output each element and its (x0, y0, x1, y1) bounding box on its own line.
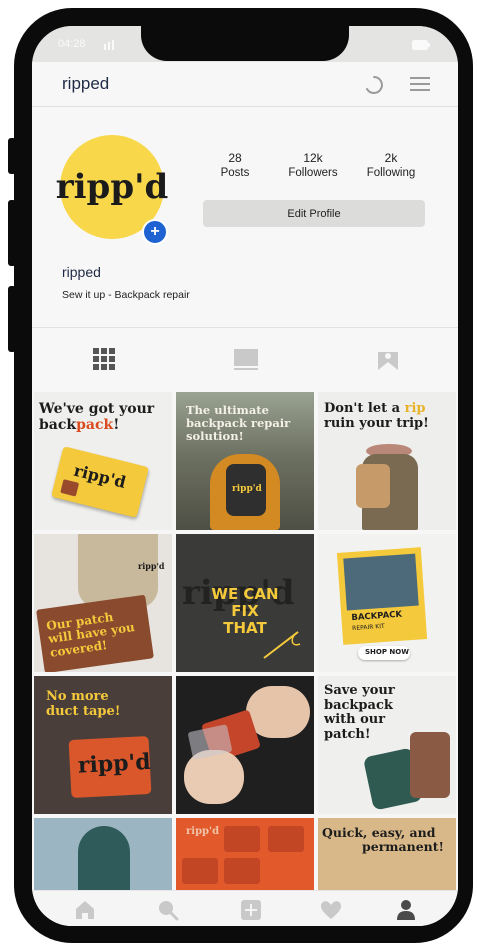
feed-icon[interactable] (232, 346, 260, 372)
grid-icon[interactable] (90, 346, 118, 372)
profile-tabs (32, 327, 458, 391)
post-4-logo: ripp'd (138, 561, 165, 571)
signal-icon (104, 40, 114, 50)
bottom-nav (32, 890, 458, 926)
post-3-line-2: rip (404, 401, 426, 416)
post-1-line-4: ! (113, 416, 120, 433)
post-11-logo: ripp'd (186, 826, 220, 837)
app-screen: 04:28 ripped ripp'd + 28 Posts 12k Follo… (32, 26, 458, 926)
stat-posts-label: Posts (220, 167, 250, 179)
post-7-logo: ripp'd (77, 748, 152, 779)
post-12-line-1: Quick, easy, and (322, 825, 436, 840)
status-time: 04:28 (58, 38, 86, 50)
stat-posts[interactable]: 28 Posts (200, 151, 270, 179)
search-icon[interactable] (157, 899, 179, 921)
side-button-volume-down (8, 286, 16, 352)
profile-icon[interactable] (395, 899, 417, 921)
patch-image (410, 732, 450, 798)
side-button-volume-up (8, 200, 16, 266)
post-tile[interactable]: ripp'd (176, 818, 314, 890)
backpack-image (356, 464, 390, 508)
stat-following-label: Following (366, 167, 416, 179)
needle-icon (263, 631, 301, 659)
post-1-line-1: We've got your (39, 401, 155, 417)
post-1-line-3: pack (76, 416, 114, 433)
post-7-line-1: No more (46, 689, 109, 704)
post-tile[interactable]: The ultimate backpack repair solution! r… (176, 392, 314, 530)
posts-grid: We've got your backpack! ripp'd The ulti… (32, 390, 458, 890)
post-2-logo: ripp'd (232, 484, 262, 494)
patch-image: ripp'd (68, 735, 152, 799)
loading-icon[interactable] (364, 75, 384, 95)
edit-profile-button[interactable]: Edit Profile (203, 200, 425, 227)
tagged-icon[interactable] (374, 346, 402, 372)
post-tile[interactable]: BACKPACK REPAIR KIT SHOP NOW (318, 534, 456, 672)
post-tile[interactable] (176, 676, 314, 814)
post-tile[interactable]: Don't let a rip ruin your trip! (318, 392, 456, 530)
post-7-line-2: duct tape! (46, 703, 121, 719)
person-image (78, 534, 158, 608)
post-2-line-3: solution! (186, 428, 244, 443)
stat-followers-value: 12k (303, 151, 323, 165)
post-9-line-4: patch! (324, 726, 371, 742)
avatar-logo-text: ripp'd (55, 167, 169, 207)
post-tile[interactable]: No more duct tape! ripp'd (34, 676, 172, 814)
add-icon[interactable] (240, 899, 262, 921)
home-icon[interactable] (74, 899, 96, 921)
post-6-line-3: SHOP NOW (365, 648, 409, 656)
post-3-line-1: Don't let a (324, 401, 405, 416)
stat-followers-label: Followers (288, 167, 338, 179)
top-bar: ripped (32, 62, 458, 107)
post-6-line-1: BACKPACK (351, 609, 403, 624)
notch (141, 26, 349, 61)
side-button-silent (8, 138, 16, 174)
kit-card-image: BACKPACK REPAIR KIT (336, 547, 428, 645)
post-tile[interactable]: Our patch will have you covered! ripp'd (34, 534, 172, 672)
post-3-line-3: ruin your trip! (324, 415, 429, 431)
post-12-line-2: permanent! (362, 839, 444, 854)
post-tile[interactable] (34, 818, 172, 890)
battery-icon (412, 40, 430, 50)
post-1-line-2: back (39, 416, 77, 433)
stat-following-value: 2k (384, 151, 398, 165)
profile-section: ripp'd + 28 Posts 12k Followers 2k Follo… (32, 107, 458, 327)
post-9-line-2: backpack (324, 697, 393, 713)
menu-icon[interactable] (410, 76, 430, 92)
profile-username-header: ripped (62, 74, 110, 93)
stat-followers[interactable]: 12k Followers (278, 151, 348, 179)
stat-following[interactable]: 2k Following (356, 151, 426, 179)
post-tile[interactable]: ripp'd WE CAN FIX THAT (176, 534, 314, 672)
post-1-logo: ripp'd (71, 460, 128, 492)
person-image (78, 826, 130, 890)
shop-now-button[interactable]: SHOP NOW (358, 646, 410, 660)
post-9-line-1: Save your (324, 683, 395, 698)
post-tile[interactable]: Save your backpack with our patch! (318, 676, 456, 814)
stat-posts-value: 28 (228, 151, 242, 165)
post-9-line-3: with our (324, 712, 386, 728)
profile-name: ripped (62, 264, 101, 280)
post-tile[interactable]: Quick, easy, and permanent! (318, 818, 456, 890)
profile-bio: Sew it up - Backpack repair (62, 289, 190, 301)
post-5-line-1: WE CAN FIX (211, 585, 279, 620)
post-tile[interactable]: We've got your backpack! ripp'd (34, 392, 172, 530)
patch-card-image: ripp'd (51, 446, 149, 518)
add-story-icon[interactable]: + (142, 219, 168, 245)
heart-icon[interactable] (320, 899, 342, 921)
post-6-line-2: REPAIR KIT (351, 622, 385, 632)
status-bar: 04:28 (32, 26, 458, 62)
